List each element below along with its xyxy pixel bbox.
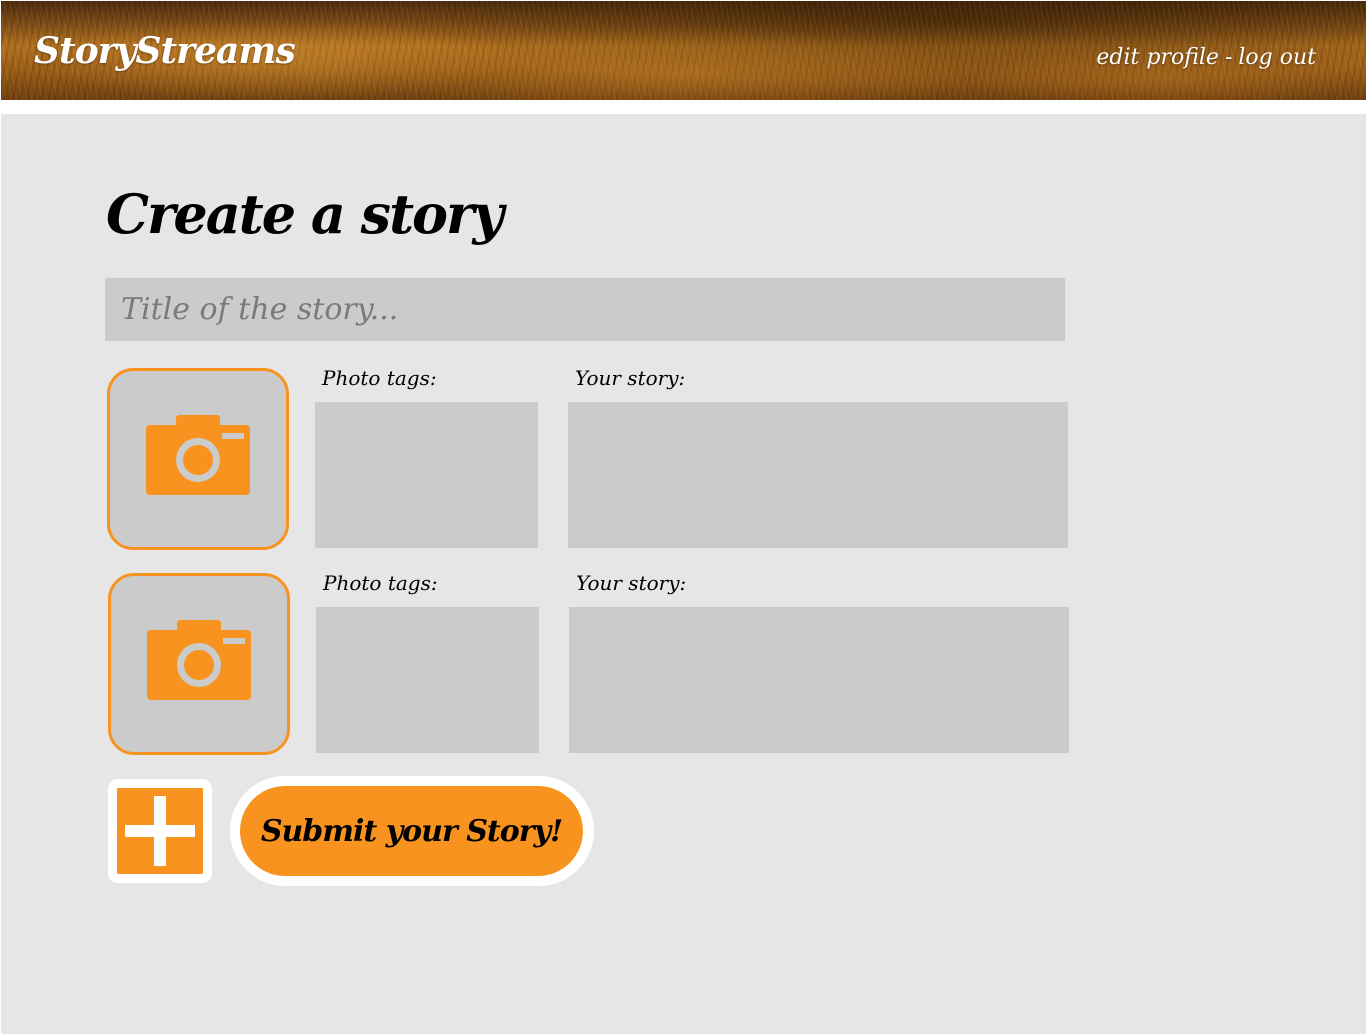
story-text-input[interactable] (569, 607, 1069, 753)
your-story-label: Your story: (575, 366, 686, 390)
story-title-input[interactable] (105, 278, 1065, 341)
photo-upload-button[interactable] (108, 573, 290, 755)
page: StoryStreams edit profile - log out Create… (0, 0, 1366, 1035)
add-entry-button[interactable] (108, 779, 212, 883)
story-text-input[interactable] (568, 402, 1068, 548)
story-entry: Photo tags: Your story: (1, 571, 1366, 763)
camera-icon (146, 415, 250, 495)
create-story-panel: Create a story Photo tags: Your story: (1, 114, 1366, 1034)
account-nav: edit profile - log out (1096, 43, 1316, 73)
nav-separator: - (1224, 45, 1233, 70)
photo-tags-label: Photo tags: (323, 571, 438, 595)
submit-story-button[interactable]: Submit your Story! (240, 786, 583, 876)
photo-upload-button[interactable] (107, 368, 289, 550)
plus-icon (125, 796, 195, 866)
story-entry: Photo tags: Your story: (1, 366, 1366, 558)
camera-icon (147, 620, 251, 700)
photo-tags-label: Photo tags: (322, 366, 437, 390)
edit-profile-link[interactable]: edit profile (1096, 45, 1219, 70)
your-story-label: Your story: (576, 571, 687, 595)
submit-button-frame: Submit your Story! (230, 776, 594, 886)
log-out-link[interactable]: log out (1238, 45, 1316, 70)
photo-tags-input[interactable] (316, 607, 539, 753)
header-banner: StoryStreams edit profile - log out (1, 1, 1366, 100)
page-title: Create a story (106, 182, 504, 246)
brand-logo[interactable]: StoryStreams (34, 29, 296, 73)
photo-tags-input[interactable] (315, 402, 538, 548)
